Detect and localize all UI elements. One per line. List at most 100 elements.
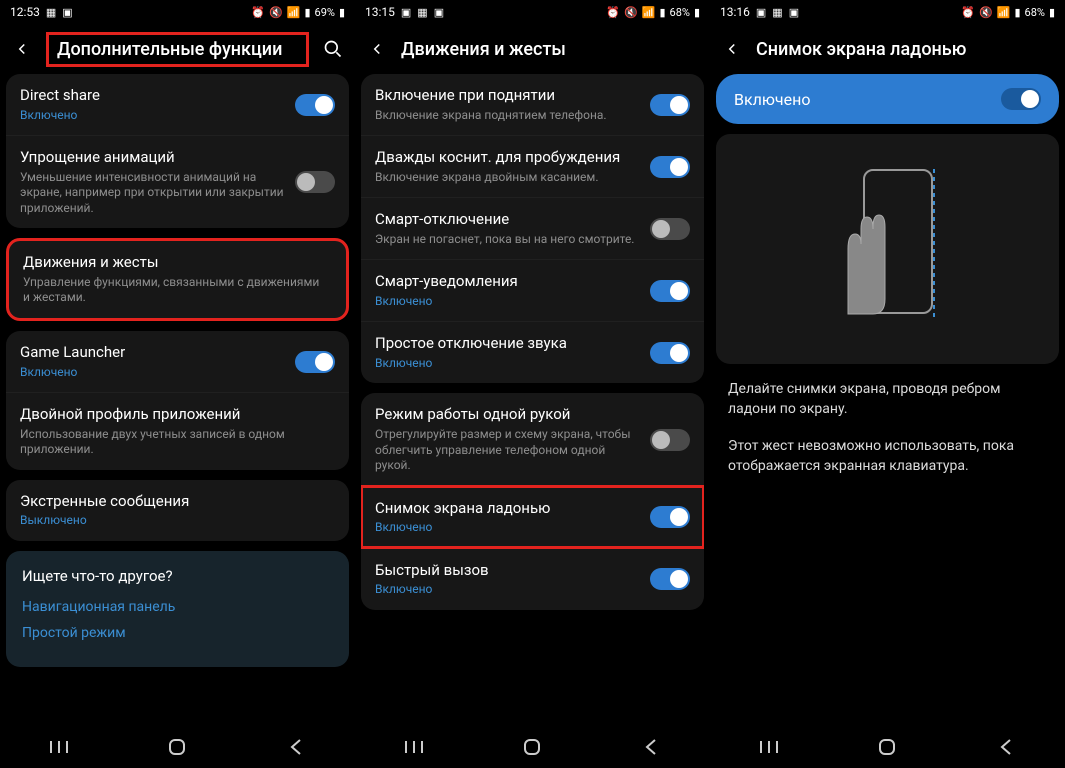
row-sub: Включено [20,365,285,381]
enabled-bar[interactable]: Включено [716,74,1059,124]
wifi-icon: 📶 [642,6,656,19]
header: Дополнительные функции [0,24,355,74]
status-icon: ▣ [756,6,766,19]
home-icon[interactable] [520,735,544,759]
row-sos-messages[interactable]: Экстренные сообщения Выключено [6,480,349,541]
alarm-icon: ⏰ [251,6,265,19]
search-icon[interactable] [323,39,343,59]
alarm-icon: ⏰ [606,6,620,19]
row-one-handed[interactable]: Режим работы одной рукой Отрегулируйте р… [361,393,704,485]
home-icon[interactable] [165,735,189,759]
signal-icon: ▮ [659,6,665,19]
status-icon: ▣ [789,6,799,19]
toggle[interactable] [650,342,690,364]
header: Движения и жесты [355,24,710,74]
status-icon: ▦ [46,6,56,19]
toggle[interactable] [650,218,690,240]
row-title: Быстрый вызов [375,561,640,581]
row-title: Включение при поднятии [375,86,640,106]
alarm-icon: ⏰ [961,6,975,19]
page-title: Снимок экрана ладонью [756,39,1053,60]
toggle[interactable] [650,94,690,116]
search-suggestions: Ищете что-то другое? Навигационная панел… [6,551,349,667]
status-bar: 13:15 ▣ ▦ ▣ ⏰ 🔇 📶 ▮ 68% ▮ [355,0,710,24]
status-icon: ▣ [62,6,72,19]
row-double-tap-wake[interactable]: Дважды коснит. для пробуждения Включение… [361,135,704,197]
row-title: Экстренные сообщения [20,492,325,512]
nav-bar [0,726,355,768]
content: Включено Делайте снимки экрана, проводя … [710,74,1065,726]
settings-card: Game Launcher Включено Двойной профиль п… [6,331,349,470]
back-nav-icon[interactable] [639,735,663,759]
status-icon: ▦ [417,6,427,19]
row-title: Двойной профиль приложений [20,405,325,425]
toggle[interactable] [650,429,690,451]
signal-icon: ▮ [1014,6,1020,19]
toggle-direct-share[interactable] [295,94,335,116]
row-sub: Включено [375,294,640,310]
row-easy-mute[interactable]: Простое отключение звука Включено [361,321,704,383]
toggle[interactable] [650,156,690,178]
back-icon[interactable] [367,39,387,59]
row-title: Режим работы одной рукой [375,405,640,425]
battery-text: 69% [315,6,335,19]
row-title: Game Launcher [20,343,285,363]
search-link-easy-mode[interactable]: Простой режим [22,625,333,641]
battery-icon: ▮ [1049,6,1055,19]
toggle[interactable] [650,568,690,590]
row-title: Простое отключение звука [375,334,640,354]
battery-icon: ▮ [694,6,700,19]
wifi-icon: 📶 [287,6,301,19]
master-toggle[interactable] [1001,88,1041,110]
recents-icon[interactable] [402,735,426,759]
row-title: Упрощение анимаций [20,148,285,168]
row-sub: Включение экрана поднятием телефона. [375,108,640,124]
mute-icon: 🔇 [269,6,283,19]
battery-text: 68% [670,6,690,19]
row-sub: Экран не погаснет, пока вы на него смотр… [375,232,640,248]
row-sub: Включено [20,108,285,124]
phone-screen-3: 13:16 ▣ ▦ ▣ ⏰ 🔇 📶 ▮ 68% ▮ Снимок экрана … [710,0,1065,768]
search-prompt: Ищете что-то другое? [22,567,333,585]
row-dual-messenger[interactable]: Двойной профиль приложений Использование… [6,392,349,470]
phone-screen-1: 12:53 ▦ ▣ ⏰ 🔇 📶 ▮ 69% ▮ Дополнительные ф… [0,0,355,768]
row-sub: Включение экрана двойным касанием. [375,170,640,186]
row-game-launcher[interactable]: Game Launcher Включено [6,331,349,392]
mute-icon: 🔇 [624,6,638,19]
toggle-reduce-animations[interactable] [295,171,335,193]
row-palm-swipe[interactable]: Снимок экрана ладонью Включено [361,486,704,548]
row-title: Дважды коснит. для пробуждения [375,148,640,168]
home-icon[interactable] [875,735,899,759]
nav-bar [710,726,1065,768]
toggle[interactable] [650,280,690,302]
row-sub: Включено [375,356,640,372]
row-smart-alert[interactable]: Смарт-уведомления Включено [361,259,704,321]
toggle[interactable] [650,506,690,528]
row-lift-to-wake[interactable]: Включение при поднятии Включение экрана … [361,74,704,135]
row-motions-gestures[interactable]: Движения и жесты Управление функциями, с… [6,238,349,321]
row-direct-call[interactable]: Быстрый вызов Включено [361,548,704,610]
row-smart-stay[interactable]: Смарт-отключение Экран не погаснет, пока… [361,197,704,259]
back-icon[interactable] [12,39,32,59]
search-link-nav-panel[interactable]: Навигационная панель [22,599,333,615]
header: Снимок экрана ладонью [710,24,1065,74]
status-icon: ▦ [772,6,782,19]
status-time: 13:16 [720,5,750,19]
recents-icon[interactable] [47,735,71,759]
back-nav-icon[interactable] [994,735,1018,759]
recents-icon[interactable] [757,735,781,759]
toggle-game-launcher[interactable] [295,351,335,373]
row-title: Смарт-отключение [375,210,640,230]
settings-card: Экстренные сообщения Выключено [6,480,349,541]
row-reduce-animations[interactable]: Упрощение анимаций Уменьшение интенсивно… [6,135,349,228]
status-time: 13:15 [365,5,395,19]
row-sub: Включено [375,520,640,536]
status-bar: 12:53 ▦ ▣ ⏰ 🔇 📶 ▮ 69% ▮ [0,0,355,24]
back-icon[interactable] [722,39,742,59]
row-direct-share[interactable]: Direct share Включено [6,74,349,135]
row-sub: Отрегулируйте размер и схему экрана, что… [375,427,640,474]
battery-text: 68% [1025,6,1045,19]
status-icon: ▣ [401,6,411,19]
row-sub: Выключено [20,513,325,529]
back-nav-icon[interactable] [284,735,308,759]
